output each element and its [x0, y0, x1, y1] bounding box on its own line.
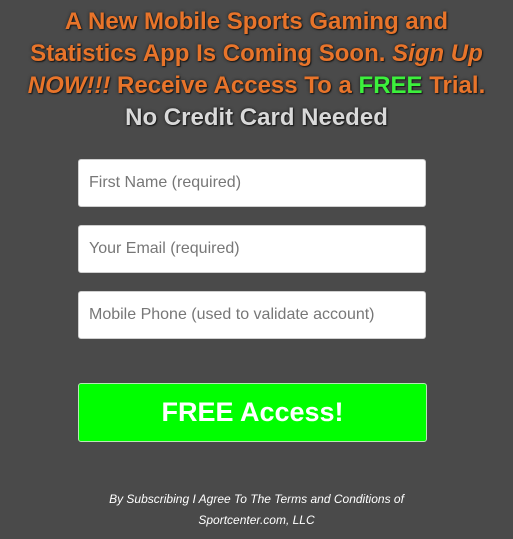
- headline-sign-up: Sign Up: [392, 40, 483, 67]
- terms-notice: By Subscribing I Agree To The Terms and …: [0, 489, 513, 531]
- terms-line-2: Sportcenter.com, LLC: [198, 513, 315, 527]
- terms-line-1: By Subscribing I Agree To The Terms and …: [109, 492, 404, 506]
- first-name-input[interactable]: [78, 159, 426, 207]
- headline-receive-access: Receive Access To a: [110, 72, 359, 99]
- mobile-phone-input[interactable]: [78, 291, 426, 339]
- headline-line-1: A New Mobile Sports Gaming and: [64, 8, 449, 35]
- free-access-button[interactable]: FREE Access!: [78, 383, 427, 442]
- headline-no-credit-card: No Credit Card Needed: [125, 104, 388, 131]
- headline-trial: Trial.: [422, 72, 486, 99]
- email-input[interactable]: [78, 225, 426, 273]
- headline-line-2: Statistics App Is Coming Soon.: [30, 40, 393, 67]
- promo-headline: A New Mobile Sports Gaming and Statistic…: [0, 6, 513, 134]
- headline-now: NOW!!!: [27, 72, 111, 99]
- headline-free: FREE: [358, 72, 423, 99]
